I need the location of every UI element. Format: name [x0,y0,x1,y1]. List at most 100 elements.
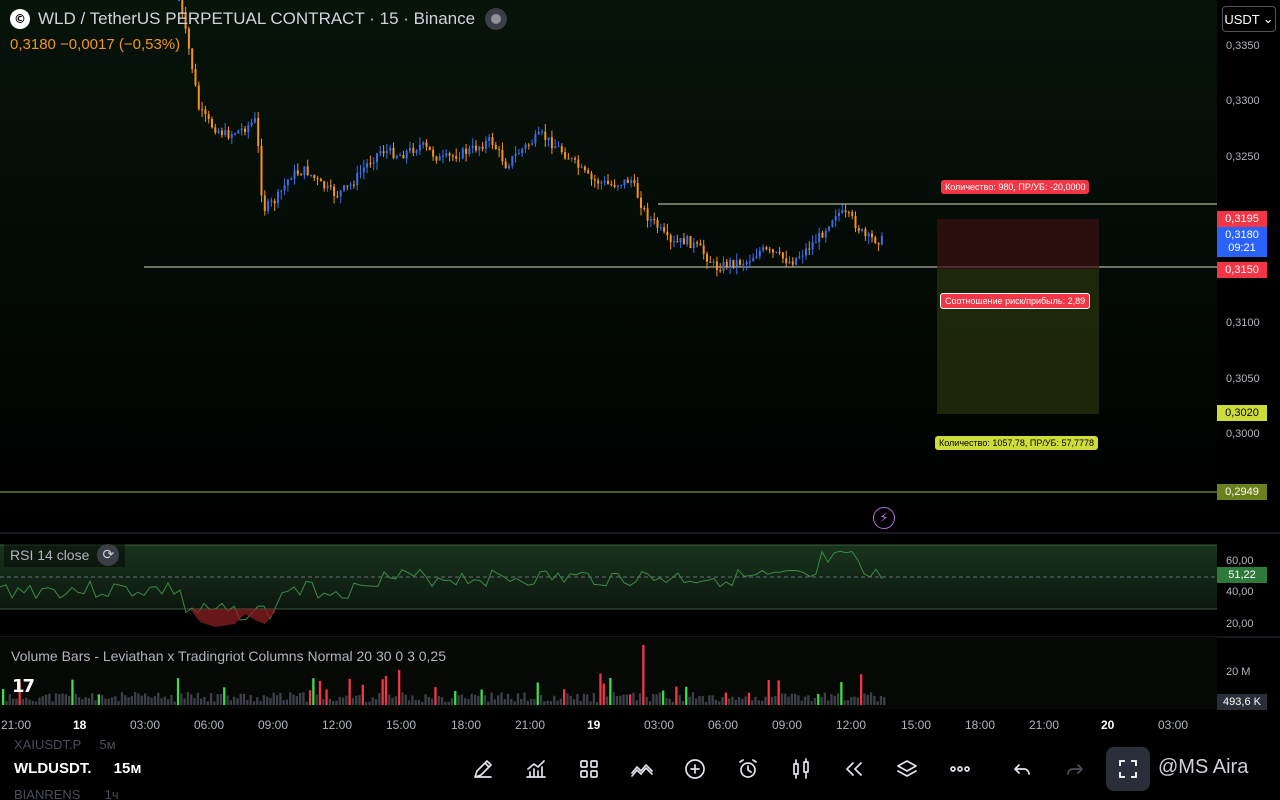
reward-zone[interactable] [937,269,1099,414]
candle-body [772,249,774,253]
volume-bar [500,692,503,705]
stop-qty-label[interactable]: Количество: 980, ПР/УБ: -20,0000 [941,180,1090,194]
candle-body [758,250,761,257]
symbol-prev[interactable]: XAIUSDT.P 5м [14,736,116,753]
candle-body [336,196,339,198]
volume-bar [28,699,31,705]
volume-bar [414,699,417,705]
volume-bar [170,694,173,705]
target-price-tag: 0,3020 [1217,405,1267,421]
candle-body [613,184,616,187]
chart-canvas[interactable] [0,0,1280,740]
redo-icon[interactable] [1060,754,1090,784]
candle-body [877,242,880,245]
candle-body [676,241,679,243]
volume-bar [312,678,315,705]
candle-body [864,229,867,237]
volume-bar [860,674,863,705]
more-icon[interactable] [945,754,975,784]
volume-bar [180,693,183,705]
time-tick: 18:00 [965,718,996,732]
volume-bar [398,670,401,705]
candle-body [263,195,266,212]
candle-body [257,118,260,146]
candle-body [805,248,807,256]
candle-body [293,170,296,179]
wave-icon[interactable] [627,754,657,784]
volume-bar [784,693,787,705]
volume-bar [345,695,348,705]
candle-body [484,140,487,149]
candle-body [313,174,316,179]
candle-body [296,170,299,175]
volume-bar [302,692,305,705]
target-qty-label[interactable]: Количество: 1057,78, ПР/УБ: 57,7778 [935,436,1098,450]
volume-legend[interactable]: Volume Bars - Leviathan x Tradingriot Co… [11,648,446,664]
symbol-current[interactable]: WLDUSDT. 15м [14,760,141,777]
refresh-icon[interactable]: ⟳ [97,544,120,566]
candle-body [610,183,613,185]
volume-bar [856,697,859,705]
time-tick: 09:00 [258,718,289,732]
status-dot-icon[interactable] [485,8,508,30]
candle-body [590,173,593,180]
lightning-icon[interactable]: ⚡ [873,507,895,529]
add-circle-icon[interactable] [680,754,710,784]
candle-body [781,252,784,259]
risk-reward-label[interactable]: Соотношение риск/прибыль: 2,89 [940,293,1091,309]
volume-bar [794,693,797,705]
volume-bar [506,693,510,705]
candles-icon[interactable] [786,754,816,784]
volume-bar [242,693,246,705]
pencil-icon[interactable] [468,754,498,784]
volume-bar [714,699,718,705]
candle-body [659,227,662,229]
candle-body [481,146,484,149]
candle-body [356,172,359,186]
candle-body [748,261,751,263]
symbol-current-interval: 15м [113,760,142,777]
volume-bar [698,696,701,705]
candle-body [775,251,778,253]
candle-body [346,185,349,187]
risk-zone[interactable] [937,219,1099,269]
volume-bar [523,692,526,705]
volume-bar [54,693,58,705]
volume-bar [157,692,160,705]
symbol-title[interactable]: WLD / TetherUS PERPETUAL CONTRACT · 15 ·… [38,9,475,29]
volume-bar [25,697,28,705]
alarm-icon[interactable] [733,754,763,784]
candle-body [422,142,425,145]
rewind-icon[interactable] [839,754,869,784]
symbol-next[interactable]: BIANRENS 1ч [14,786,119,800]
candle-body [630,180,633,184]
volume-bar [711,695,714,705]
trend-chart-icon[interactable] [521,754,551,784]
currency-select[interactable]: USDT ⌄ [1222,6,1276,32]
candle-body [801,255,804,257]
volume-bar [873,695,876,705]
grid-icon[interactable] [574,754,604,784]
volume-bar [229,700,232,705]
layers-icon[interactable] [892,754,922,784]
chart-area[interactable]: © WLD / TetherUS PERPETUAL CONTRACT · 15… [0,0,1280,800]
candle-body [442,155,444,157]
volume-bar [599,673,602,705]
rsi-legend[interactable]: RSI 14 close ⟳ [4,543,126,567]
volume-bar [840,682,843,705]
volume-bar [200,698,203,705]
candle-body [399,155,402,157]
candle-body [504,161,507,169]
candle-body [600,182,603,184]
candle-body [214,127,217,133]
volume-bar [526,700,529,705]
volume-bar [87,698,91,705]
symbol-header[interactable]: © WLD / TetherUS PERPETUAL CONTRACT · 15… [10,8,508,30]
volume-bar [249,695,252,705]
volume-bar [424,694,427,705]
undo-icon[interactable] [1007,754,1037,784]
currency-label: USDT [1224,11,1260,27]
crosshair-toggle-icon[interactable] [1106,747,1150,791]
candle-body [425,142,428,147]
candle-body [517,153,520,155]
